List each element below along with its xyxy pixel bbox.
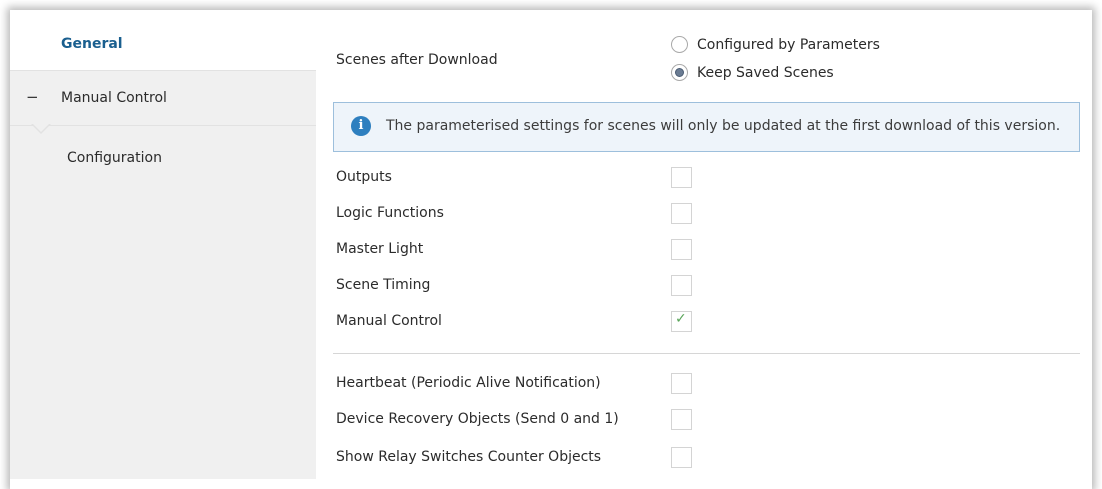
collapse-icon[interactable]: − — [26, 88, 39, 106]
manual-control-label: Manual Control — [336, 313, 442, 329]
radio-button[interactable] — [671, 36, 688, 53]
scenes-after-download-label: Scenes after Download — [336, 52, 498, 68]
sidebar-item-label: General — [61, 36, 123, 52]
manual-control-checkbox[interactable]: ✓ — [671, 311, 692, 332]
heartbeat-label: Heartbeat (Periodic Alive Notification) — [336, 375, 601, 391]
relay-switches-counter-checkbox[interactable] — [671, 447, 692, 468]
sidebar-item-manual-control[interactable]: − Manual Control — [10, 71, 316, 126]
device-recovery-objects-label: Device Recovery Objects (Send 0 and 1) — [336, 411, 619, 427]
heartbeat-checkbox[interactable] — [671, 373, 692, 394]
master-light-checkbox[interactable] — [671, 239, 692, 260]
sidebar-item-label: Manual Control — [61, 90, 167, 106]
info-message-box: i The parameterised settings for scenes … — [333, 102, 1080, 152]
main-panel: Scenes after Download Configured by Para… — [316, 10, 1092, 479]
sidebar-item-label: Configuration — [67, 150, 162, 166]
sidebar-item-configuration[interactable]: Configuration — [10, 126, 316, 186]
outputs-label: Outputs — [336, 169, 392, 185]
scene-timing-checkbox[interactable] — [671, 275, 692, 296]
sidebar-item-general[interactable]: General — [10, 10, 316, 71]
scene-timing-label: Scene Timing — [336, 277, 431, 293]
checkmark-icon: ✓ — [675, 311, 687, 327]
logic-functions-label: Logic Functions — [336, 205, 444, 221]
radio-label: Keep Saved Scenes — [697, 64, 834, 81]
device-recovery-objects-checkbox[interactable] — [671, 409, 692, 430]
section-divider — [333, 353, 1080, 354]
radio-keep-saved-scenes[interactable]: Keep Saved Scenes — [671, 64, 834, 81]
relay-switches-counter-label: Show Relay Switches Counter Objects — [336, 449, 602, 465]
sidebar: General − Manual Control Configuration — [10, 10, 316, 479]
info-icon: i — [351, 116, 371, 136]
logic-functions-checkbox[interactable] — [671, 203, 692, 224]
master-light-label: Master Light — [336, 241, 424, 257]
outputs-checkbox[interactable] — [671, 167, 692, 188]
radio-configured-by-parameters[interactable]: Configured by Parameters — [671, 36, 880, 53]
radio-label: Configured by Parameters — [697, 36, 880, 53]
radio-button-selected[interactable] — [671, 64, 688, 81]
info-message-text: The parameterised settings for scenes wi… — [386, 118, 1061, 134]
